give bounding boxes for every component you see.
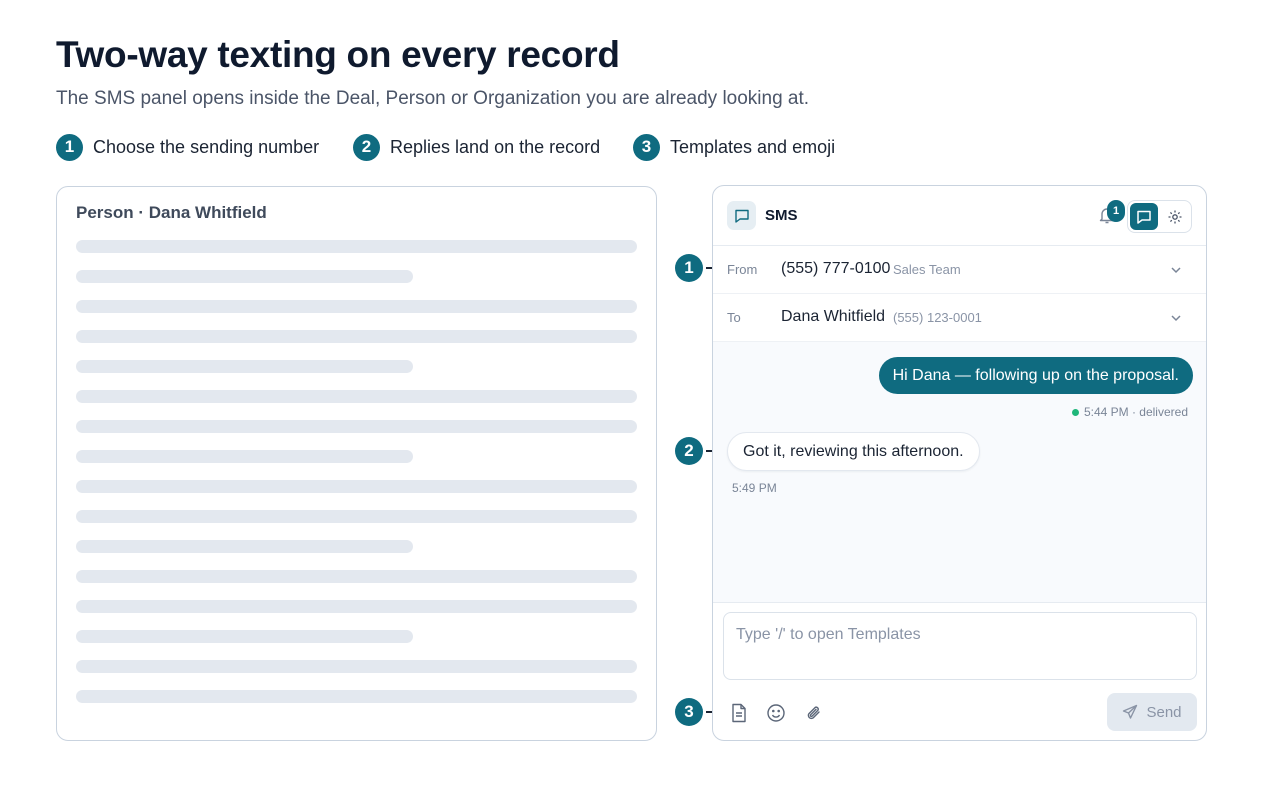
chat-bubble-icon: [727, 201, 756, 230]
callout-badge: 3: [675, 698, 703, 726]
delivered-status-dot: [1071, 408, 1079, 416]
skeleton-line: [76, 390, 637, 403]
outgoing-message: Hi Dana — following up on the proposal.: [878, 357, 1193, 394]
callout-3: 3: [675, 698, 715, 726]
skeleton-line: [76, 480, 637, 493]
step-badge: 2: [353, 133, 380, 161]
outgoing-meta: 5:44 PM · delivered: [1071, 405, 1188, 419]
view-toggle: [1127, 200, 1192, 233]
step-3: 3 Templates and emoji: [633, 133, 835, 161]
step-badge: 1: [56, 133, 83, 161]
send-button[interactable]: Send: [1107, 693, 1197, 731]
template-document-icon[interactable]: [728, 702, 750, 724]
sms-view-button[interactable]: [1130, 203, 1158, 230]
from-number: (555) 777-0100: [781, 260, 891, 277]
from-field[interactable]: From (555) 777-0100 Sales Team: [713, 246, 1206, 294]
sms-panel: SMS 1 From (555) 777-0100 Sales Team To …: [712, 185, 1207, 741]
notification-badge: 1: [1107, 200, 1125, 222]
step-2: 2 Replies land on the record: [353, 133, 600, 161]
to-field[interactable]: To Dana Whitfield (555) 123-0001: [713, 294, 1206, 342]
send-label: Send: [1146, 703, 1182, 721]
emoji-icon[interactable]: [765, 702, 787, 724]
sms-panel-header: SMS 1: [713, 186, 1206, 246]
skeleton-line: [76, 600, 637, 613]
to-sub: (555) 123-0001: [893, 310, 982, 325]
callout-2: 2: [675, 437, 715, 465]
paperclip-icon[interactable]: [803, 702, 825, 724]
skeleton-line: [76, 270, 413, 283]
send-icon: [1123, 704, 1138, 719]
skeleton-line: [76, 630, 413, 643]
skeleton-line: [76, 660, 637, 673]
from-sub: Sales Team: [893, 262, 961, 277]
incoming-message: Got it, reviewing this afternoon.: [727, 432, 980, 471]
chevron-down-icon[interactable]: [1169, 263, 1183, 277]
skeleton-line: [76, 240, 637, 253]
settings-button[interactable]: [1161, 203, 1189, 230]
step-label: Choose the sending number: [93, 136, 320, 157]
step-label: Templates and emoji: [670, 136, 836, 157]
record-title: Person · Dana Whitfield: [76, 203, 267, 222]
incoming-meta: 5:49 PM: [732, 481, 777, 495]
skeleton-line: [76, 510, 637, 523]
callout-badge: 2: [675, 437, 703, 465]
chevron-down-icon[interactable]: [1169, 311, 1183, 325]
step-label: Replies land on the record: [390, 136, 601, 157]
skeleton-line: [76, 450, 413, 463]
page-subtitle: The SMS panel opens inside the Deal, Per…: [56, 88, 810, 109]
skeleton-line: [76, 540, 413, 553]
page-title: Two-way texting on every record: [56, 34, 620, 75]
step-badge: 3: [633, 133, 660, 161]
to-label: To: [727, 310, 741, 325]
steps-row: 1 Choose the sending number 2 Replies la…: [56, 133, 1056, 161]
skeleton-line: [76, 300, 637, 313]
chat-bubble-icon: [1137, 210, 1151, 224]
to-contact: Dana Whitfield: [781, 308, 886, 325]
outgoing-meta-text: 5:44 PM · delivered: [1083, 405, 1188, 419]
skeleton-line: [76, 690, 637, 703]
composer-divider: [713, 602, 1206, 603]
message-input[interactable]: [723, 612, 1197, 680]
callout-badge: 1: [675, 254, 703, 282]
record-card: Person · Dana Whitfield: [56, 186, 657, 741]
callout-1: 1: [675, 254, 715, 282]
skeleton-line: [76, 360, 413, 373]
step-1: 1 Choose the sending number: [56, 133, 319, 161]
from-label: From: [727, 262, 758, 277]
gear-icon: [1168, 210, 1182, 223]
sms-panel-title: SMS: [765, 207, 798, 224]
skeleton-line: [76, 420, 637, 433]
skeleton-line: [76, 570, 637, 583]
skeleton-line: [76, 330, 637, 343]
message-thread: Hi Dana — following up on the proposal. …: [713, 342, 1206, 602]
